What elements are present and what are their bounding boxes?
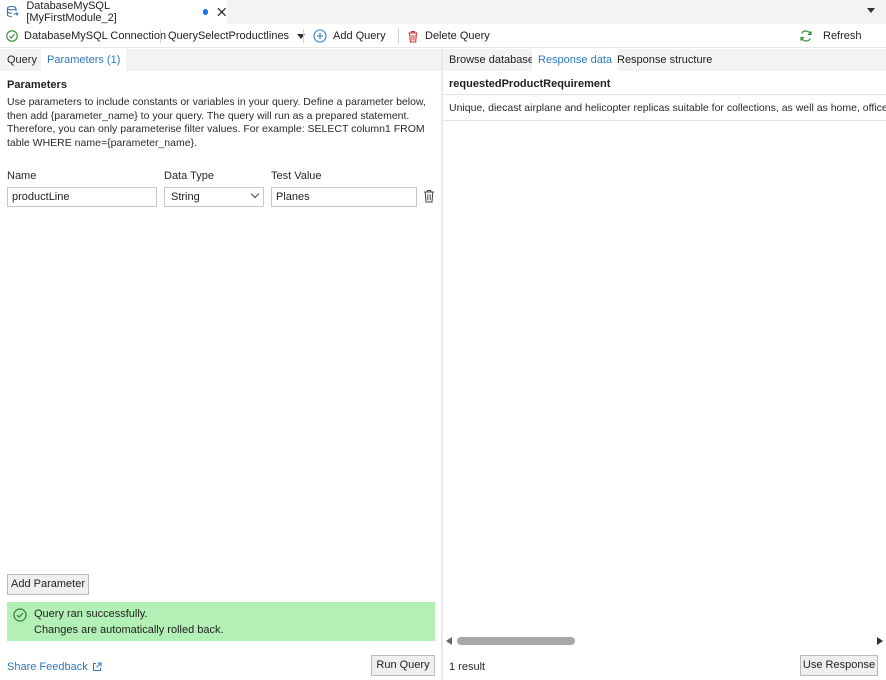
delete-query-label: Delete Query: [425, 30, 490, 42]
database-icon: [6, 5, 19, 18]
column-header-test-value: Test Value: [271, 170, 322, 182]
toolbar: DatabaseMySQL Connection QuerySelectProd…: [0, 24, 886, 48]
refresh-icon: [800, 30, 812, 42]
scroll-right-arrow-icon[interactable]: [877, 637, 883, 645]
toolbar-separator: [303, 29, 304, 43]
parameters-title: Parameters: [7, 79, 67, 91]
tab-overflow-chevron-icon[interactable]: [867, 8, 875, 13]
tab-parameters[interactable]: Parameters (1): [41, 49, 127, 71]
column-header-name: Name: [7, 170, 37, 182]
query-select-label: QuerySelectProductlines: [168, 30, 290, 42]
add-query-button[interactable]: Add Query: [313, 24, 386, 48]
connection-label: DatabaseMySQL Connection: [24, 30, 167, 42]
document-tab[interactable]: DatabaseMySQL [MyFirstModule_2]: [0, 0, 227, 24]
tab-query[interactable]: Query: [1, 49, 43, 71]
share-feedback-link[interactable]: Share Feedback: [7, 661, 102, 673]
toolbar-separator: [160, 29, 161, 43]
connection-status: DatabaseMySQL Connection: [6, 24, 166, 48]
status-message: Query ran successfully.: [34, 608, 148, 620]
response-cell[interactable]: Unique, diecast airplane and helicopter …: [443, 95, 886, 121]
chevron-down-icon: [250, 189, 260, 199]
status-rollback-note: Changes are automatically rolled back.: [34, 624, 224, 636]
refresh-button[interactable]: Refresh: [799, 24, 862, 48]
add-query-label: Add Query: [333, 30, 386, 42]
toolbar-separator: [398, 29, 399, 43]
tab-browse-database[interactable]: Browse database: [443, 49, 540, 71]
delete-query-button[interactable]: Delete Query: [407, 24, 490, 48]
trash-icon: [408, 30, 418, 43]
add-circle-icon: [313, 29, 327, 43]
panel-divider[interactable]: [441, 49, 443, 680]
check-circle-icon: [6, 30, 18, 42]
parameter-data-type-select[interactable]: String: [164, 187, 264, 207]
parameter-data-type-value: String: [171, 191, 200, 203]
delete-parameter-trash-icon[interactable]: [423, 189, 435, 203]
query-select-dropdown[interactable]: QuerySelectProductlines: [168, 24, 306, 48]
result-count: 1 result: [449, 661, 486, 673]
parameter-name-input[interactable]: productLine: [7, 187, 157, 207]
parameters-description: Use parameters to include constants or v…: [7, 96, 426, 149]
response-column-header: requestedProductRequirement: [443, 71, 886, 95]
query-status-banner: Query ran successfully. Changes are auto…: [7, 602, 435, 641]
column-header-data-type: Data Type: [164, 170, 214, 182]
scrollbar-thumb[interactable]: [457, 637, 575, 645]
document-tab-title: DatabaseMySQL [MyFirstModule_2]: [26, 0, 117, 24]
share-feedback-label: Share Feedback: [7, 661, 88, 673]
external-link-icon: [92, 662, 102, 671]
refresh-label: Refresh: [823, 30, 862, 42]
run-query-button[interactable]: Run Query: [371, 655, 435, 676]
document-tab-strip: DatabaseMySQL [MyFirstModule_2]: [0, 0, 886, 24]
horizontal-scrollbar[interactable]: [443, 635, 886, 648]
left-panel-tabs: Query Parameters (1): [0, 49, 441, 71]
scroll-left-arrow-icon[interactable]: [446, 637, 452, 645]
unsaved-indicator: [202, 9, 209, 15]
tab-response-data[interactable]: Response data: [532, 49, 618, 71]
add-parameter-button[interactable]: Add Parameter: [7, 574, 89, 595]
use-response-button[interactable]: Use Response: [800, 655, 878, 676]
tab-response-structure[interactable]: Response structure: [611, 49, 718, 71]
check-circle-icon: [13, 608, 27, 622]
right-panel-tabs: Browse database Response data Response s…: [443, 49, 886, 71]
close-icon[interactable]: [217, 7, 227, 17]
parameter-test-value-input[interactable]: Planes: [271, 187, 417, 207]
